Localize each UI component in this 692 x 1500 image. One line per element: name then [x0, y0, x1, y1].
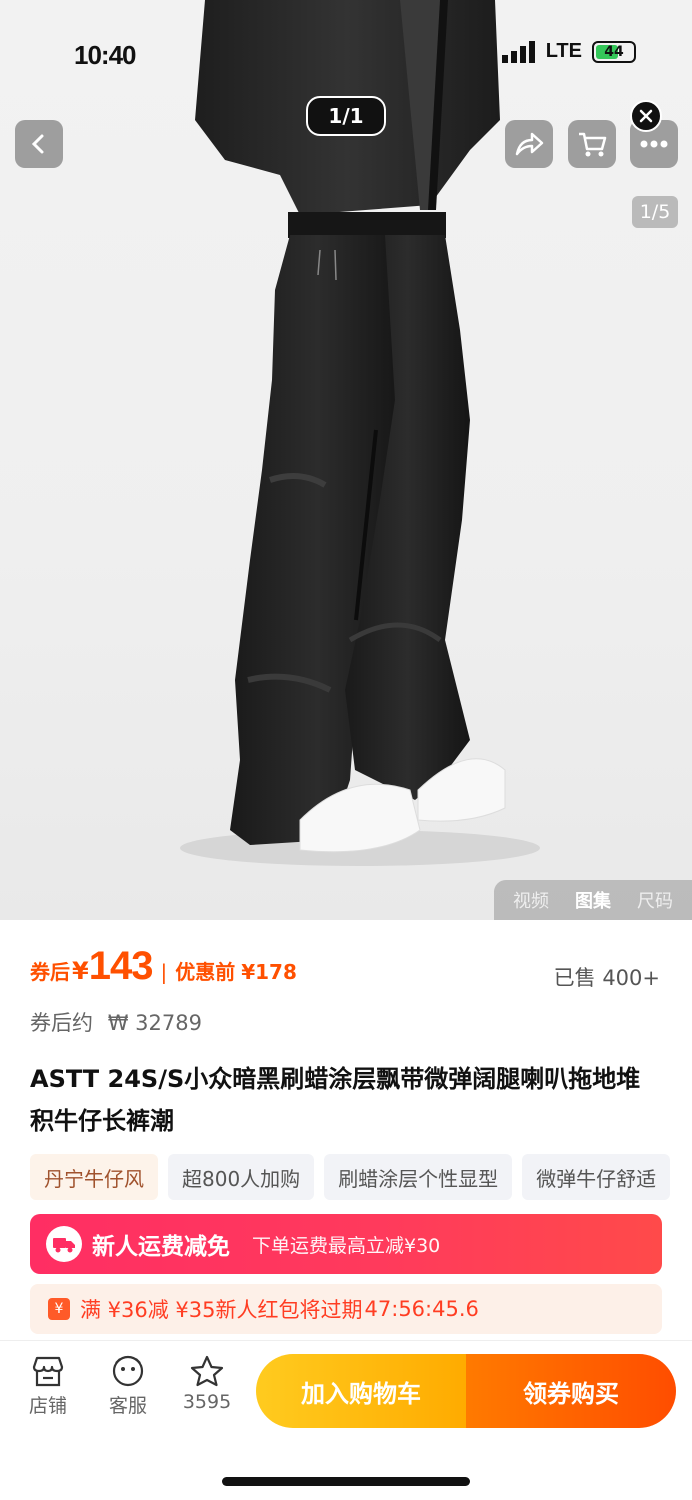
before-label: 优惠前: [175, 960, 236, 984]
media-tabs: 视频 图集 尺码: [494, 880, 692, 920]
home-indicator[interactable]: [222, 1477, 470, 1486]
promo-title: 新人运费减免: [92, 1234, 230, 1260]
price-separator: |: [160, 960, 168, 984]
favorites-count: 3595: [182, 1391, 232, 1413]
share-button[interactable]: [505, 120, 553, 168]
bottom-action-bar: 店铺 客服 3595 加入购物车 领券购买: [0, 1340, 692, 1500]
truck-icon: [46, 1226, 82, 1262]
shipping-promo-banner[interactable]: 新人运费减免 下单运费最高立减¥30: [30, 1214, 662, 1274]
product-title: ASTT 24S/S小众暗黑刷蜡涂层飘带微弹阔腿喇叭拖地堆积牛仔长裤潮: [30, 1065, 641, 1135]
tab-size[interactable]: 尺码: [637, 887, 673, 913]
status-indicators: LTE 44: [501, 40, 636, 63]
service-button[interactable]: 客服: [93, 1355, 163, 1418]
tab-video[interactable]: 视频: [513, 887, 549, 913]
approx-value: ₩ 32789: [107, 1011, 202, 1035]
sold-count: 已售 400+: [553, 966, 660, 990]
image-counter: 1/1: [306, 96, 386, 136]
shop-icon: [32, 1356, 64, 1387]
coupon-countdown: 47:56:45.6: [364, 1297, 479, 1321]
tag-item[interactable]: 微弹牛仔舒适: [522, 1154, 671, 1200]
favorite-button[interactable]: 3595: [172, 1355, 242, 1413]
network-label: LTE: [545, 40, 582, 62]
coupon-banner[interactable]: ¥ 满 ¥36减 ¥35新人红包将过期 47:56:45.6: [30, 1284, 662, 1334]
price-row: 券后 ¥ 143 | 优惠前 ¥178: [30, 944, 297, 989]
star-icon: [190, 1355, 224, 1387]
cart-icon: [579, 132, 607, 157]
product-image-gallery[interactable]: 10:40 LTE 44 1/1 1/5 视频 图集 尺码: [0, 0, 692, 920]
tag-item[interactable]: 丹宁牛仔风: [30, 1154, 158, 1200]
coupon-text: 满 ¥36减 ¥35新人红包将过期: [80, 1298, 363, 1322]
battery-level: 44: [604, 43, 624, 60]
tab-gallery[interactable]: 图集: [575, 887, 611, 913]
add-to-cart-button[interactable]: 加入购物车: [256, 1354, 466, 1428]
approx-price: 券后约 ₩ 32789: [30, 1007, 202, 1037]
chevron-left-icon: [31, 134, 44, 154]
close-button[interactable]: [630, 100, 662, 132]
tag-item[interactable]: 超800人加购: [168, 1154, 315, 1200]
price-value: 143: [88, 944, 154, 988]
close-icon: [639, 109, 653, 123]
approx-label: 券后约: [30, 1011, 93, 1035]
page-badge: 1/5: [632, 196, 678, 228]
signal-icon: [501, 40, 535, 63]
cart-button[interactable]: [568, 120, 616, 168]
tag-item[interactable]: 刷蜡涂层个性显型: [324, 1154, 513, 1200]
shop-label: 店铺: [28, 1395, 67, 1417]
after-coupon-label: 券后: [30, 960, 70, 984]
more-dots-icon: [640, 140, 668, 148]
red-packet-icon: ¥: [48, 1298, 70, 1320]
currency-symbol: ¥: [72, 957, 89, 985]
battery-icon: 44: [592, 40, 636, 63]
shop-button[interactable]: 店铺: [13, 1355, 83, 1418]
before-price: ¥178: [241, 960, 297, 984]
promo-subtitle: 下单运费最高立减¥30: [252, 1234, 441, 1257]
tag-list: 丹宁牛仔风 超800人加购 刷蜡涂层个性显型 微弹牛仔舒适: [30, 1154, 692, 1200]
service-label: 客服: [108, 1395, 147, 1417]
coupon-buy-button[interactable]: 领券购买: [466, 1354, 676, 1428]
back-button[interactable]: [15, 120, 63, 168]
customer-service-icon: [112, 1355, 144, 1387]
status-time: 10:40: [74, 40, 136, 70]
share-icon: [515, 132, 544, 156]
